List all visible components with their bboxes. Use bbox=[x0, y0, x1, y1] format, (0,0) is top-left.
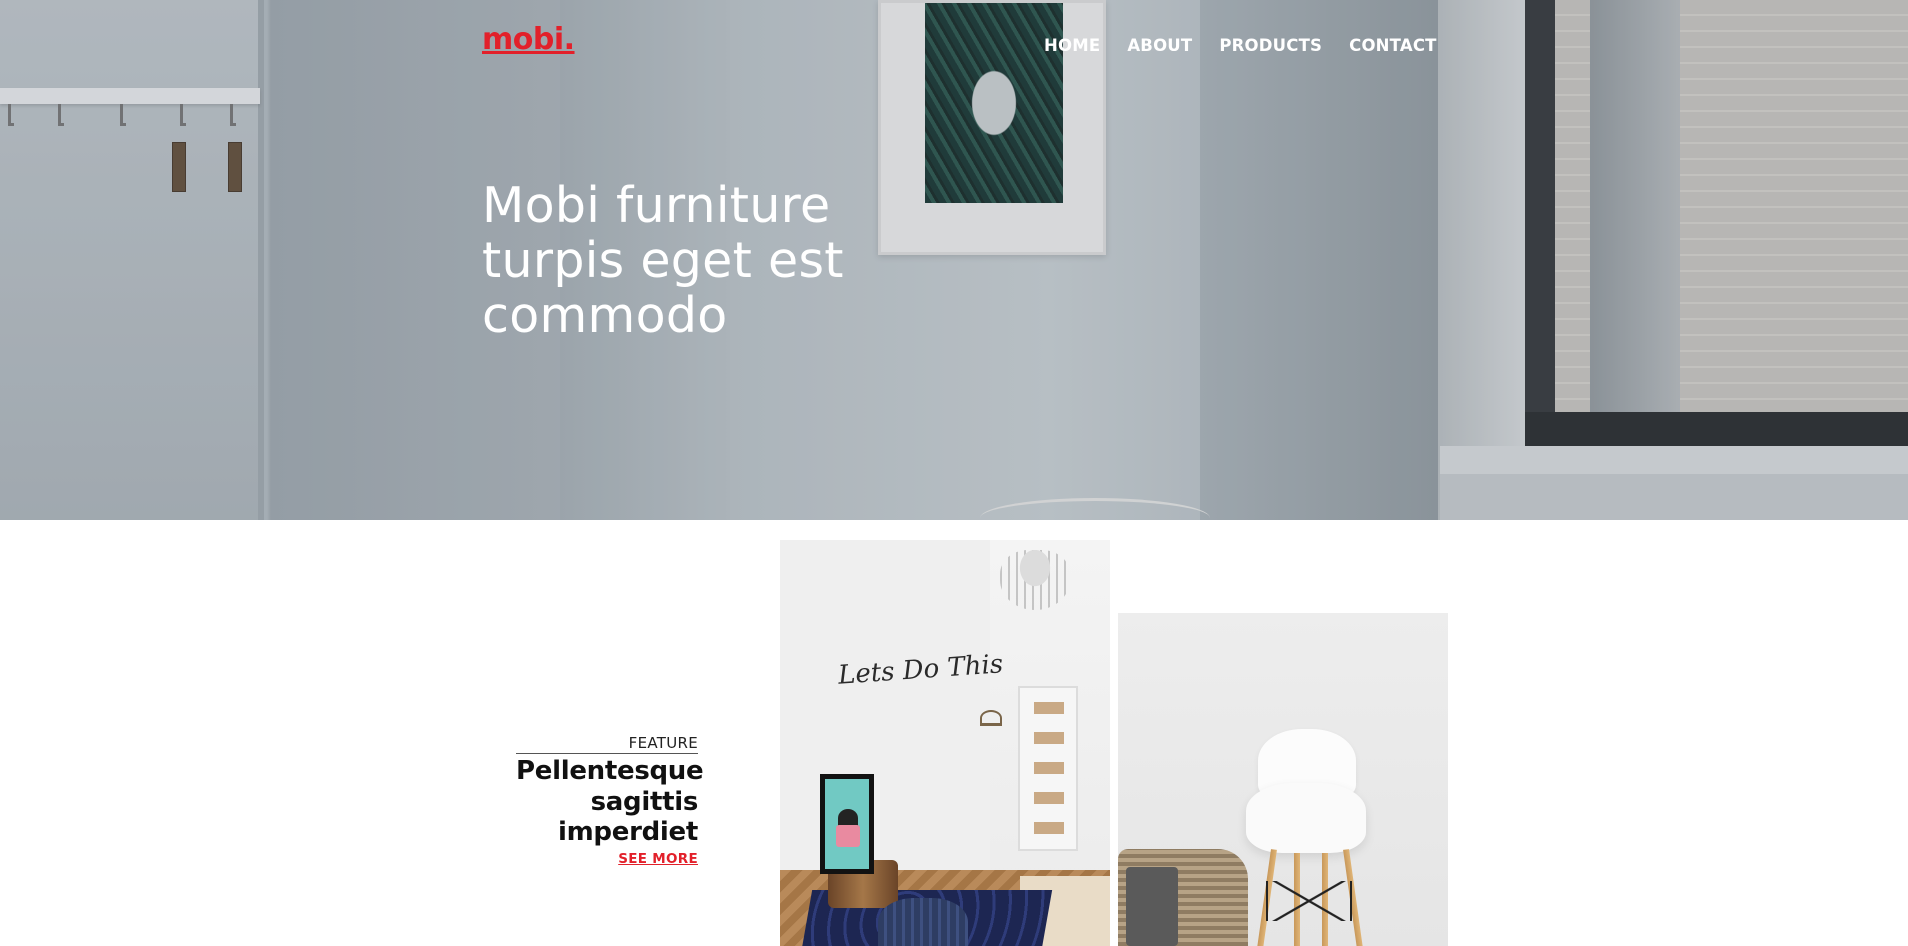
feature-divider bbox=[516, 753, 698, 754]
nav-contact-link[interactable]: CONTACT bbox=[1349, 36, 1436, 55]
hero-banner bbox=[0, 0, 1908, 520]
feature-block: FEATURE Pellentesque sagittis imperdiet … bbox=[516, 734, 704, 867]
cupcake-poster bbox=[820, 774, 874, 874]
room-door bbox=[1018, 686, 1078, 851]
main-nav: HOME ABOUT PRODUCTS CONTACT bbox=[1044, 36, 1437, 55]
chair-photo[interactable] bbox=[1118, 613, 1448, 946]
nav-products-link[interactable]: PRODUCTS bbox=[1219, 36, 1322, 55]
feature-heading: Pellentesque sagittis imperdiet bbox=[516, 756, 704, 847]
grey-blanket bbox=[1126, 867, 1178, 946]
coat-hanger bbox=[980, 710, 1002, 726]
hero-title: Mobi furniture turpis eget est commodo bbox=[482, 177, 844, 344]
feature-label: FEATURE bbox=[628, 734, 698, 752]
room-photo[interactable]: Lets Do This bbox=[780, 540, 1110, 946]
hero-overlay bbox=[0, 0, 1908, 520]
chair-cross-brace bbox=[1266, 881, 1352, 921]
blue-chair bbox=[878, 898, 968, 946]
wall-lettering: Lets Do This bbox=[837, 649, 1005, 691]
nav-home-link[interactable]: HOME bbox=[1044, 36, 1100, 55]
nav-about-link[interactable]: ABOUT bbox=[1127, 36, 1192, 55]
brand-logo[interactable]: mobi. bbox=[482, 22, 575, 57]
pendant-lamp bbox=[1000, 550, 1070, 610]
see-more-link[interactable]: SEE MORE bbox=[618, 851, 698, 867]
white-chair-seat bbox=[1246, 783, 1366, 853]
